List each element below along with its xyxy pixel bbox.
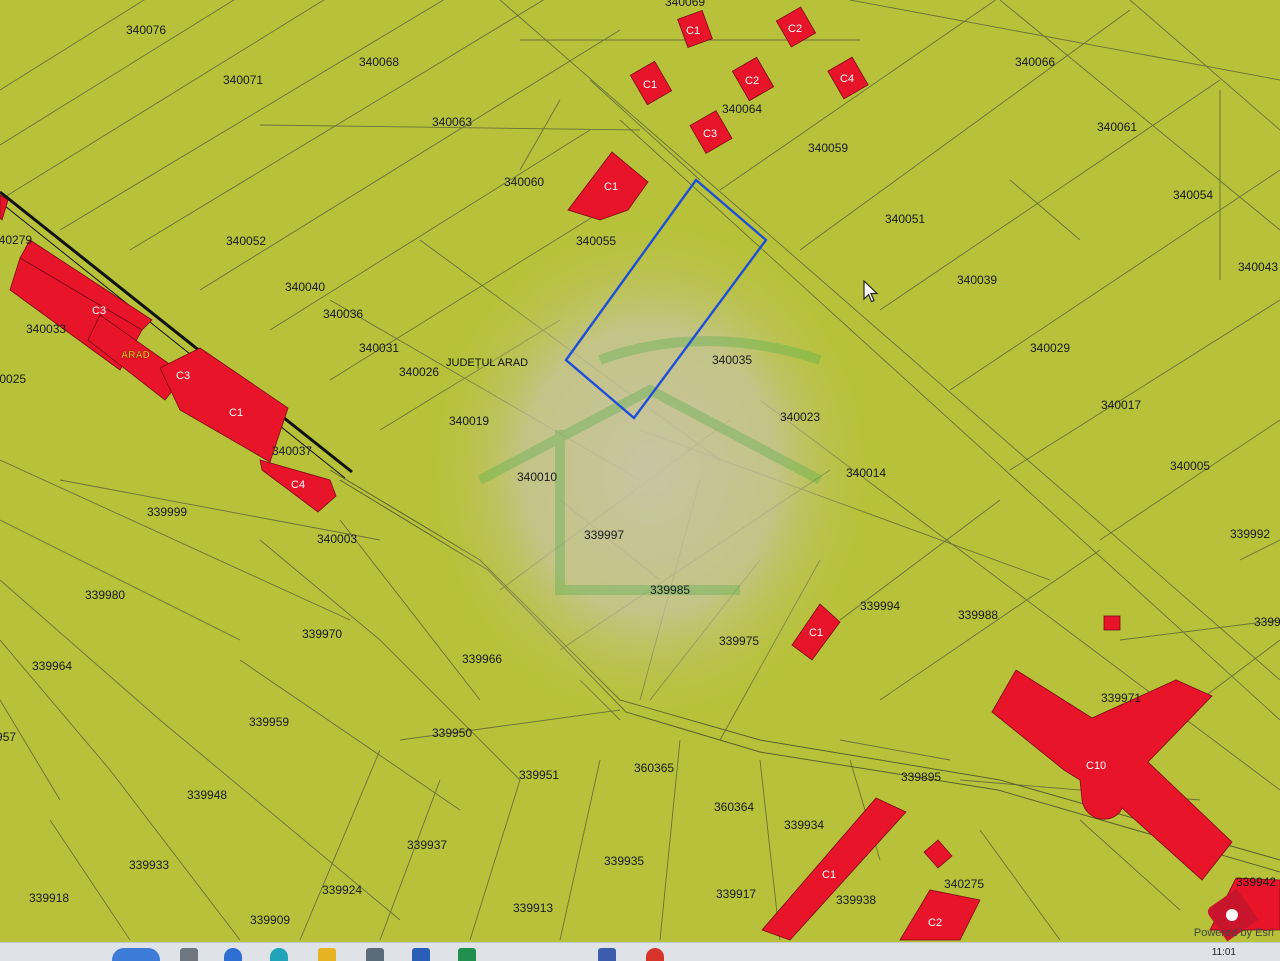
parcel-label[interactable]: 340066 — [1015, 55, 1055, 69]
parcel-label[interactable]: 340033 — [26, 322, 66, 336]
parcel-label[interactable]: 339895 — [901, 770, 941, 784]
parcel-label[interactable]: 339966 — [462, 652, 502, 666]
parcel-label[interactable]: 339999 — [147, 505, 187, 519]
building-label: C1 — [822, 869, 836, 881]
parcel-label[interactable]: 3399 — [1254, 615, 1280, 629]
parcel-label[interactable]: 339994 — [860, 599, 900, 613]
parcel-label[interactable]: 339934 — [784, 818, 824, 832]
parcel-label[interactable]: 339970 — [302, 627, 342, 641]
building-label: C3 — [703, 128, 717, 140]
parcel-label[interactable]: 340059 — [808, 141, 848, 155]
parcel-label[interactable]: 340275 — [944, 877, 984, 891]
parcel-label[interactable]: 340025 — [0, 372, 26, 386]
parcel-label[interactable]: 340037 — [272, 444, 312, 458]
map-attribution: Powered by Esri — [1193, 927, 1274, 939]
parcel-label[interactable]: 339918 — [29, 891, 69, 905]
mouse-cursor-icon — [863, 280, 879, 303]
building-label: C4 — [840, 73, 854, 85]
parcel-label[interactable]: 339937 — [407, 838, 447, 852]
parcel-label[interactable]: 340279 — [0, 233, 32, 247]
town-label: ARAD — [121, 350, 150, 361]
parcel-label[interactable]: 340035 — [712, 353, 752, 367]
parcel-label[interactable]: 339933 — [129, 858, 169, 872]
building-label: C4 — [291, 479, 305, 491]
parcel-label[interactable]: 339992 — [1230, 527, 1270, 541]
parcel-label[interactable]: 340071 — [223, 73, 263, 87]
parcel-label[interactable]: 339975 — [719, 634, 759, 648]
building-label: C3 — [176, 370, 190, 382]
parcel-label[interactable]: 340055 — [576, 234, 616, 248]
parcel-label[interactable]: 339938 — [836, 893, 876, 907]
chrome-icon[interactable] — [598, 948, 616, 961]
parcel-label[interactable]: 340014 — [846, 466, 886, 480]
search-icon[interactable] — [112, 948, 160, 961]
parcel-label[interactable]: 340005 — [1170, 459, 1210, 473]
parcel-label[interactable]: 339959 — [249, 715, 289, 729]
building-label: C1 — [809, 627, 823, 639]
mail-icon[interactable] — [318, 948, 336, 961]
edge-icon[interactable] — [180, 948, 198, 961]
parcel-label[interactable]: 340076 — [126, 23, 166, 37]
app-icon[interactable] — [646, 948, 664, 961]
parcel-label[interactable]: 340069 — [665, 0, 705, 9]
parcel-label[interactable]: 340036 — [323, 307, 363, 321]
parcel-label[interactable]: 339913 — [513, 901, 553, 915]
parcel-label[interactable]: 339980 — [85, 588, 125, 602]
building-label: C2 — [745, 75, 759, 87]
word-icon[interactable] — [458, 948, 476, 961]
parcel-label[interactable]: 340064 — [722, 102, 762, 116]
parcel-label[interactable]: 339951 — [519, 768, 559, 782]
parcel-label[interactable]: 339950 — [432, 726, 472, 740]
parcel-label[interactable]: 339924 — [322, 883, 362, 897]
parcel-label[interactable]: 340052 — [226, 234, 266, 248]
parcel-label[interactable]: 340029 — [1030, 341, 1070, 355]
parcel-label[interactable]: 339917 — [716, 887, 756, 901]
building-label: C2 — [788, 23, 802, 35]
excel-icon[interactable] — [366, 948, 384, 961]
powerpoint-icon[interactable] — [412, 948, 430, 961]
parcel-label[interactable]: 339988 — [958, 608, 998, 622]
building-label: C1 — [229, 407, 243, 419]
parcel-label[interactable]: 339971 — [1101, 691, 1141, 705]
parcel-label[interactable]: 340054 — [1173, 188, 1213, 202]
building-label: C2 — [928, 917, 942, 929]
building-label: C1 — [604, 181, 618, 193]
parcel-label[interactable]: 340051 — [885, 212, 925, 226]
parcel-label[interactable]: 340061 — [1097, 120, 1137, 134]
parcel-label[interactable]: 339997 — [584, 528, 624, 542]
parcel-label[interactable]: 340026 — [399, 365, 439, 379]
parcel-label[interactable]: 340060 — [504, 175, 544, 189]
parcel-label[interactable]: 340039 — [957, 273, 997, 287]
parcel-label[interactable]: 340063 — [432, 115, 472, 129]
parcel-label[interactable]: 339985 — [650, 583, 690, 597]
building-label: C1 — [686, 25, 700, 37]
parcel-label[interactable]: 340017 — [1101, 398, 1141, 412]
parcel-label[interactable]: 340031 — [359, 341, 399, 355]
parcel-label[interactable]: 339948 — [187, 788, 227, 802]
building-label: C3 — [92, 305, 106, 317]
parcel-label[interactable]: 339957 — [0, 730, 16, 744]
parcel-label[interactable]: 340043 — [1238, 260, 1278, 274]
store-icon[interactable] — [270, 948, 288, 961]
cadastral-map[interactable]: JUDEȚUL ARAD ARAD 340069 340076 340071 3… — [0, 0, 1280, 960]
parcel-label[interactable]: 339909 — [250, 913, 290, 927]
parcel-label[interactable]: 340040 — [285, 280, 325, 294]
parcel-label[interactable]: 339964 — [32, 659, 72, 673]
parcel-label[interactable]: 340019 — [449, 414, 489, 428]
parcel-label[interactable]: 339942 — [1236, 875, 1276, 889]
parcel-label[interactable]: 339935 — [604, 854, 644, 868]
parcel-label[interactable]: 340003 — [317, 532, 357, 546]
taskbar-clock[interactable]: 11:01 — [1212, 947, 1236, 958]
parcel-label[interactable]: 360365 — [634, 761, 674, 775]
building-label: C1 — [643, 79, 657, 91]
folder-icon[interactable] — [224, 948, 242, 961]
map-canvas[interactable]: JUDEȚUL ARAD ARAD 340069 340076 340071 3… — [0, 0, 1280, 942]
parcel-label[interactable]: 340068 — [359, 55, 399, 69]
parcel-label[interactable]: 340010 — [517, 470, 557, 484]
parcel-label[interactable]: 340023 — [780, 410, 820, 424]
building-label: C10 — [1086, 760, 1106, 772]
parcel-label[interactable]: 360364 — [714, 800, 754, 814]
taskbar: 11:01 — [0, 942, 1280, 961]
county-label: JUDEȚUL ARAD — [446, 357, 528, 369]
